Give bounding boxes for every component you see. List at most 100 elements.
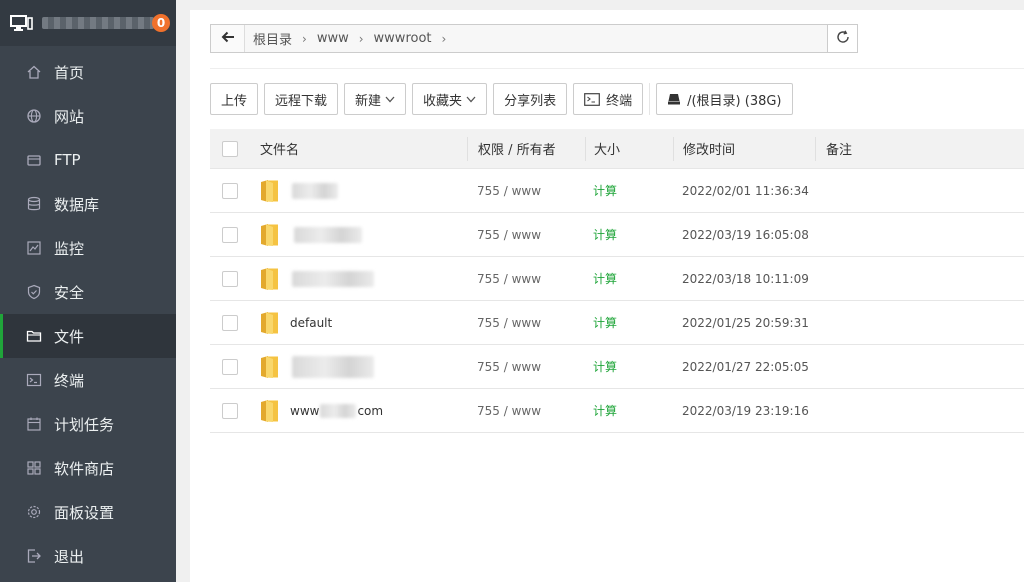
modified-time: 2022/03/19 23:19:16	[682, 403, 809, 418]
sidebar-item-settings[interactable]: 面板设置	[0, 490, 176, 534]
chevron-right-icon: ›	[302, 31, 307, 46]
calculate-size-link[interactable]: 计算	[593, 182, 617, 199]
sidebar-item-label: 计划任务	[54, 415, 115, 434]
remote-download-button[interactable]: 远程下载	[264, 83, 339, 115]
breadcrumb-item[interactable]: wwwroot ›	[374, 31, 457, 46]
toolbar-separator	[649, 83, 651, 115]
file-name-redacted[interactable]	[292, 182, 338, 199]
file-name-redacted[interactable]	[292, 355, 374, 378]
sidebar-item-home[interactable]: 首页	[0, 50, 176, 94]
row-checkbox[interactable]	[222, 402, 238, 419]
modified-time: 2022/02/01 11:36:34	[682, 183, 809, 198]
button-label: /(根目录) (38G)	[687, 93, 782, 109]
table-row[interactable]: 755 / www 计算 2022/01/27 22:05:05	[210, 345, 1024, 389]
calculate-size-link[interactable]: 计算	[593, 402, 617, 419]
globe-icon	[26, 108, 42, 124]
calculate-size-link[interactable]: 计算	[593, 314, 617, 331]
folder-icon	[260, 399, 280, 423]
sidebar-item-site[interactable]: 网站	[0, 94, 176, 138]
sidebar-item-label: 文件	[54, 327, 85, 346]
row-checkbox[interactable]	[222, 182, 238, 199]
table-row[interactable]: 755 / www 计算 2022/02/01 11:36:34	[210, 169, 1024, 213]
breadcrumb-label: 根目录	[253, 33, 293, 48]
disk-button[interactable]: /(根目录) (38G)	[656, 83, 793, 115]
terminal-icon	[26, 372, 42, 388]
terminal-icon	[584, 92, 600, 106]
sidebar-item-label: 首页	[54, 63, 85, 82]
column-header-time[interactable]: 修改时间	[683, 139, 735, 158]
button-label: 新建	[355, 93, 382, 109]
button-label: 收藏夹	[423, 93, 463, 109]
sidebar-item-store[interactable]: 软件商店	[0, 446, 176, 490]
sidebar-item-label: 软件商店	[54, 459, 115, 478]
column-header-size[interactable]: 大小	[594, 139, 620, 158]
permission-owner[interactable]: 755 / www	[477, 184, 541, 198]
back-button[interactable]	[211, 25, 245, 52]
breadcrumb-item[interactable]: www ›	[317, 31, 374, 46]
permission-owner[interactable]: 755 / www	[477, 360, 541, 374]
sidebar-menu: 首页 网站 FTP 数据库 监控 安全 文件 终端 计划任务 软件商店 面板设置…	[0, 46, 176, 578]
home-icon	[26, 64, 42, 80]
toolbar: 上传 远程下载 新建 收藏夹 分享列表 终端 /(根目录) (38G)	[210, 83, 799, 115]
folder-icon	[260, 179, 280, 203]
file-name[interactable]: default	[290, 316, 332, 330]
row-checkbox[interactable]	[222, 358, 238, 375]
permission-owner[interactable]: 755 / www	[477, 228, 541, 242]
refresh-button[interactable]	[827, 25, 857, 52]
favorites-dropdown-button[interactable]: 收藏夹	[412, 83, 488, 115]
refresh-icon	[836, 29, 850, 48]
breadcrumb-item[interactable]: 根目录 ›	[253, 29, 317, 49]
column-header-perm[interactable]: 权限 / 所有者	[478, 139, 556, 158]
chevron-right-icon: ›	[441, 31, 447, 46]
folder-icon	[26, 328, 42, 344]
file-name-redacted	[320, 403, 357, 418]
calculate-size-link[interactable]: 计算	[593, 358, 617, 375]
sidebar-item-database[interactable]: 数据库	[0, 182, 176, 226]
permission-owner[interactable]: 755 / www	[477, 272, 541, 286]
server-header[interactable]: 0	[0, 0, 176, 46]
notification-badge[interactable]: 0	[152, 14, 170, 32]
hostname-redacted	[42, 17, 154, 29]
upload-button[interactable]: 上传	[210, 83, 259, 115]
path-bar: 根目录 › www › wwwroot ›	[210, 24, 858, 53]
arrow-left-icon	[221, 31, 235, 47]
database-icon	[26, 196, 42, 212]
file-name-redacted[interactable]	[292, 270, 374, 287]
file-name-prefix: www	[290, 403, 320, 418]
sidebar-item-terminal[interactable]: 终端	[0, 358, 176, 402]
sidebar-item-logout[interactable]: 退出	[0, 534, 176, 578]
file-name-redacted[interactable]	[294, 226, 362, 243]
grid-icon	[26, 460, 42, 476]
share-list-button[interactable]: 分享列表	[493, 83, 568, 115]
calculate-size-link[interactable]: 计算	[593, 270, 617, 287]
modified-time: 2022/03/19 16:05:08	[682, 227, 809, 242]
file-table: 文件名 权限 / 所有者 大小 修改时间 备注 755 / www 计算 202…	[210, 129, 1024, 433]
sidebar-item-monitor[interactable]: 监控	[0, 226, 176, 270]
table-row[interactable]: default 755 / www 计算 2022/01/25 20:59:31	[210, 301, 1024, 345]
sidebar-item-security[interactable]: 安全	[0, 270, 176, 314]
folder-icon	[260, 223, 280, 247]
table-row[interactable]: 755 / www 计算 2022/03/18 10:11:09	[210, 257, 1024, 301]
row-checkbox[interactable]	[222, 226, 238, 243]
sidebar-item-cron[interactable]: 计划任务	[0, 402, 176, 446]
button-label: 上传	[221, 93, 248, 109]
select-all-checkbox[interactable]	[222, 140, 238, 157]
button-label: 终端	[606, 93, 633, 109]
table-row[interactable]: 755 / www 计算 2022/03/19 16:05:08	[210, 213, 1024, 257]
permission-owner[interactable]: 755 / www	[477, 404, 541, 418]
row-checkbox[interactable]	[222, 314, 238, 331]
terminal-button[interactable]: 终端	[573, 83, 644, 115]
permission-owner[interactable]: 755 / www	[477, 316, 541, 330]
sidebar-item-label: 退出	[54, 547, 85, 566]
file-name[interactable]: www com	[290, 403, 383, 418]
sidebar-item-files[interactable]: 文件	[0, 314, 176, 358]
modified-time: 2022/01/25 20:59:31	[682, 315, 809, 330]
button-label: 远程下载	[275, 93, 328, 109]
new-dropdown-button[interactable]: 新建	[344, 83, 407, 115]
table-row[interactable]: www com 755 / www 计算 2022/03/19 23:19:16	[210, 389, 1024, 433]
column-header-name[interactable]: 文件名	[260, 139, 299, 158]
sidebar-item-ftp[interactable]: FTP	[0, 138, 176, 182]
calculate-size-link[interactable]: 计算	[593, 226, 617, 243]
column-header-note: 备注	[826, 143, 853, 158]
row-checkbox[interactable]	[222, 270, 238, 287]
